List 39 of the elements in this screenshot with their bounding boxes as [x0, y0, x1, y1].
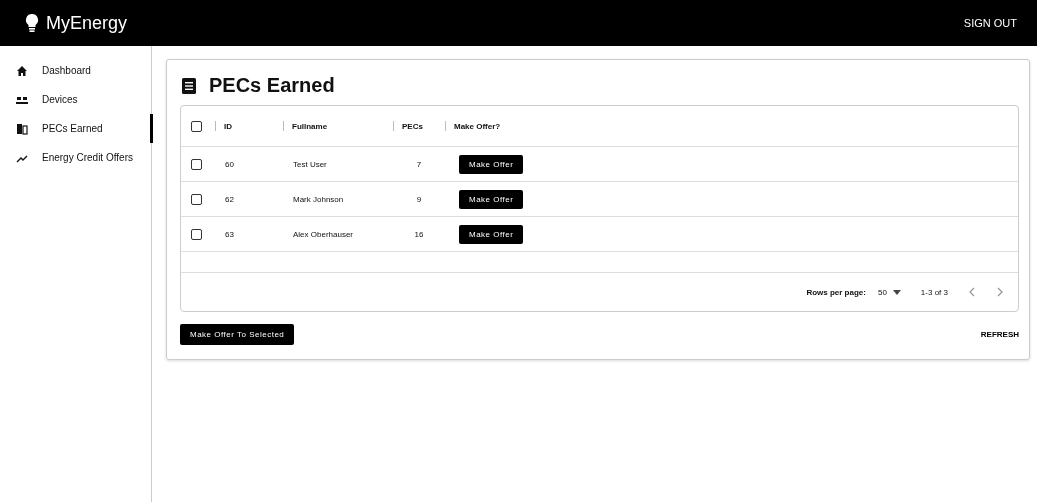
table-cell: 60 — [225, 159, 234, 169]
list-icon — [182, 77, 196, 94]
sidebar-item[interactable]: Devices — [0, 85, 153, 114]
table-cell: 16 — [414, 229, 424, 239]
table-cell: 62 — [225, 194, 234, 204]
rows-per-page-label: Rows per page: — [806, 287, 866, 297]
sidebar-item[interactable]: Dashboard — [0, 56, 153, 85]
sidebar-item[interactable]: PECs Earned — [0, 114, 153, 143]
make-offer-button[interactable]: Make Offer — [459, 189, 524, 209]
row-checkbox[interactable] — [191, 158, 202, 170]
column-header[interactable]: Make Offer? — [454, 121, 501, 131]
row-checkbox[interactable] — [191, 228, 202, 240]
refresh-button[interactable]: REFRESH — [980, 326, 1019, 343]
make-offer-button[interactable]: Make Offer — [459, 154, 524, 174]
row-checkbox[interactable] — [191, 193, 202, 205]
select-all-checkbox[interactable] — [191, 120, 202, 132]
column-header[interactable]: ID — [224, 121, 232, 131]
document-icon — [16, 122, 28, 135]
make-offer-to-selected-button[interactable]: Make Offer To Selected — [180, 324, 295, 345]
table-cell: 7 — [416, 159, 422, 169]
table-cell: Alex Oberhauser — [293, 229, 354, 239]
home-icon — [16, 64, 28, 77]
column-header[interactable]: PECs — [402, 121, 423, 131]
table-cell: 9 — [416, 194, 422, 204]
caret-icon — [892, 289, 901, 295]
make-offer-button[interactable]: Make Offer — [459, 224, 524, 244]
next-page-icon[interactable] — [996, 287, 1004, 297]
table-cell: Mark Johnson — [293, 194, 344, 204]
rows-per-page-select[interactable]: 50 — [877, 287, 901, 297]
lightbulb-icon — [24, 13, 40, 33]
page-range: 1-3 of 3 — [920, 287, 948, 297]
app-title: MyEnergy — [46, 12, 128, 34]
column-header[interactable]: Fullname — [292, 121, 328, 131]
table-cell: Test User — [293, 159, 327, 169]
sidebar-item[interactable]: Energy Credit Offers — [0, 143, 153, 172]
page-title: PECs Earned — [209, 74, 335, 97]
previous-page-icon[interactable] — [968, 287, 976, 297]
sign-out-button[interactable]: SIGN OUT — [963, 13, 1017, 33]
table-cell: 63 — [225, 229, 234, 239]
